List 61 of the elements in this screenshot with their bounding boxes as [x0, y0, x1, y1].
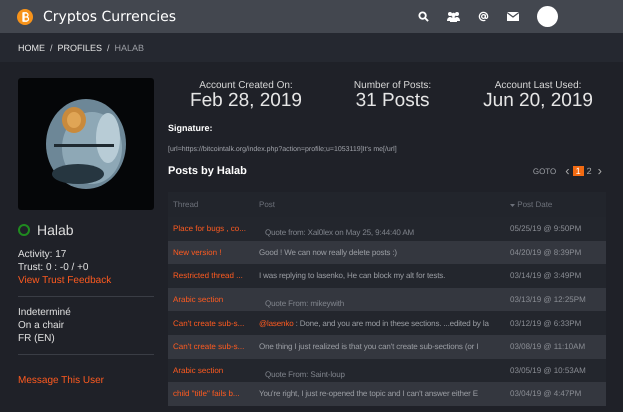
post-date: 03/14/19 @ 3:49PM: [510, 271, 582, 280]
page-button[interactable]: 2: [584, 166, 595, 176]
post-excerpt: Good ! We can now really delete posts :): [259, 248, 397, 257]
profile-detail: Indeterminé: [18, 306, 72, 319]
message-user-link[interactable]: Message This User: [18, 374, 154, 387]
breadcrumb-link[interactable]: PROFILES: [58, 42, 102, 52]
stat-label: Account Created On:: [199, 80, 293, 91]
column-header: Thread: [168, 192, 254, 217]
thread-link[interactable]: Restricted thread ...: [173, 271, 243, 280]
users-icon[interactable]: [447, 11, 460, 22]
quote-header: Quote from: Xal0lex on May 25, 9:44:40 AM: [264, 228, 414, 238]
trust-text: Trust: 0 : -0 / +0: [18, 261, 90, 274]
post-date: 05/25/19 @ 9:50PM: [510, 224, 582, 234]
user-avatar[interactable]: [537, 6, 558, 27]
thread-link[interactable]: Place for bugs , co...: [173, 224, 246, 234]
stat-value: 31 Posts: [356, 91, 430, 111]
signature-label: Signature:: [168, 123, 214, 133]
username: Halab: [37, 222, 74, 238]
thread-link[interactable]: child "title" fails b...: [173, 389, 240, 398]
at-sign-icon[interactable]: [478, 11, 489, 22]
column-header: Post: [254, 192, 505, 217]
thread-link[interactable]: Arabic section: [173, 295, 224, 304]
column-header[interactable]: Post Date: [505, 192, 606, 217]
profile-detail: On a chair: [18, 319, 66, 332]
stat-value: Feb 28, 2019: [190, 91, 302, 111]
post-date: 03/12/19 @ 6:33PM: [510, 318, 582, 328]
thread-link[interactable]: Can't create sub-s...: [173, 318, 244, 328]
post-date: 03/05/19 @ 10:53AM: [510, 366, 586, 375]
thread-link[interactable]: Can't create sub-s...: [173, 342, 244, 352]
quote-header: Quote From: Saint-loup: [264, 370, 345, 379]
post-excerpt: You're right, I just re-opened the topic and I can't answer either E: [259, 389, 478, 398]
post-date: 03/08/19 @ 11:10AM: [510, 342, 586, 352]
post-excerpt: One thing I just realized is that you can't create sub-sections (or I: [259, 342, 478, 352]
goto-label: GOTO: [532, 166, 556, 176]
previous-page-button[interactable]: ‹: [562, 165, 573, 177]
breadcrumb-separator: /: [50, 42, 53, 52]
post-excerpt: I was replying to lasenko, He can block my alt for tests.: [259, 271, 446, 280]
activity-text: Activity: 17: [18, 248, 68, 261]
mail-icon[interactable]: [507, 12, 519, 21]
page-button[interactable]: 1: [572, 166, 584, 176]
profile-detail: FR (EN): [18, 332, 56, 345]
posts-heading: Posts by Halab: [168, 165, 248, 177]
breadcrumb-separator: /: [107, 42, 110, 52]
quote-header: Quote From: mikeywith: [264, 299, 344, 308]
stat-label: Account Last Used:: [494, 80, 582, 91]
next-page-button[interactable]: ›: [594, 165, 605, 177]
thread-link[interactable]: New version !: [173, 248, 222, 257]
post-date: 03/13/19 @ 12:25PM: [510, 295, 586, 304]
post-excerpt: @lasenko : Done, and you are mod in these sections. ...edited by la: [259, 318, 489, 328]
post-date: 03/04/19 @ 4:47PM: [510, 389, 582, 398]
breadcrumb-link[interactable]: HALAB: [114, 42, 144, 52]
thread-link[interactable]: Arabic section: [173, 366, 224, 375]
sort-caret-icon: [510, 204, 515, 207]
post-date: 04/20/19 @ 8:39PM: [510, 248, 582, 257]
bitcoin-logo-icon: [17, 8, 33, 24]
search-icon[interactable]: [418, 11, 429, 22]
stat-label: Number of Posts:: [354, 80, 432, 91]
stat-value: Jun 20, 2019: [483, 91, 593, 111]
trust-feedback-link[interactable]: View Trust Feedback: [18, 274, 154, 287]
site-title: Cryptos Currencies: [43, 8, 178, 24]
breadcrumb-link[interactable]: HOME: [18, 42, 45, 52]
